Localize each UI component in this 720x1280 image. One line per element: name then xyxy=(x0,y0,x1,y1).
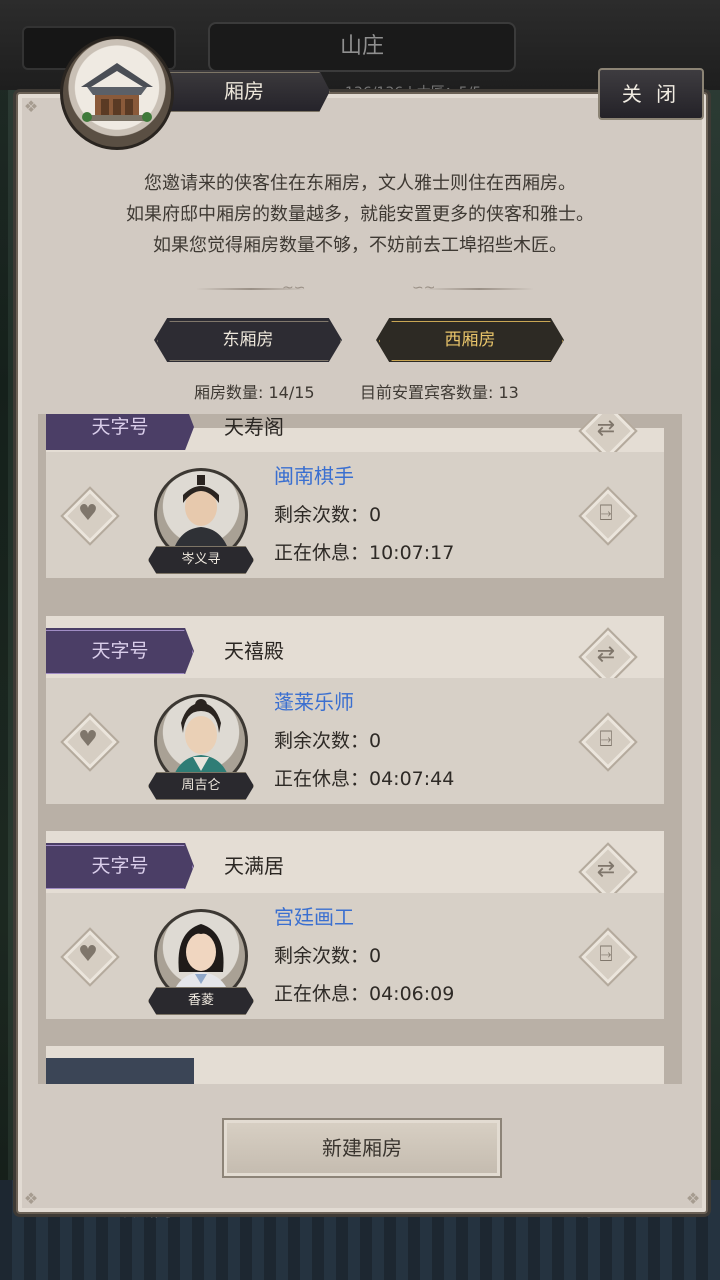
room-card: 天字号 天禧殿 ⇄ ♥ 周吉仑 蓬莱乐师 剩余次数：0 正在休息：04:07:4… xyxy=(46,616,664,818)
swap-arrows-icon: ⇄ xyxy=(596,416,616,441)
room-body: ♥ 香菱 宫廷画工 剩余次数：0 正在休息：04:06:09 ⍈ xyxy=(46,893,664,1019)
swap-arrows-icon: ⇄ xyxy=(596,642,616,667)
guest-title: 闽南棋手 xyxy=(274,464,354,488)
guest-nameplate: 岑义寻 xyxy=(148,546,254,574)
corner-ornament: ❖ xyxy=(23,1189,39,1208)
pavilion-icon xyxy=(81,63,153,122)
guest-title: 宫廷画工 xyxy=(274,905,354,929)
room-card: 天字号 天满居 ⇄ ♥ 香菱 宫廷画工 剩余次数：0 正在休息：04:06:09 xyxy=(46,831,664,1033)
rest-timer: 正在休息：10:07:17 xyxy=(274,542,455,564)
divider-ornament: ~∽ xyxy=(282,280,306,296)
room-grade-tag: 天字号 xyxy=(46,414,194,450)
guest-count: 目前安置宾客数量: 13 xyxy=(360,383,519,402)
room-grade-tag xyxy=(46,1058,194,1084)
room-name: 天寿阁 xyxy=(224,415,284,439)
close-button[interactable]: 关 闭 xyxy=(598,68,704,120)
remaining-uses: 剩余次数：0 xyxy=(274,504,382,526)
heart-icon: ♥ xyxy=(78,501,98,526)
tab-east-wing[interactable]: 东厢房 xyxy=(154,318,342,362)
remaining-uses: 剩余次数：0 xyxy=(274,730,382,752)
description-line: 如果您觉得厢房数量不够，不妨前去工埠招些木匠。 xyxy=(153,235,567,256)
estate-title: 山庄 xyxy=(208,22,516,72)
exit-door-icon: ⍈ xyxy=(599,727,613,752)
exit-door-icon: ⍈ xyxy=(599,942,613,967)
panel-title: 厢房 xyxy=(224,79,264,103)
room-card xyxy=(46,1046,664,1084)
guest-nameplate: 周吉仑 xyxy=(148,772,254,800)
room-body: ♥ 岑义寻 闽南棋手 剩余次数：0 正在休息：10:07:17 ⍈ xyxy=(46,452,664,578)
room-name: 天满居 xyxy=(224,854,284,878)
tab-west-wing[interactable]: 西厢房 xyxy=(376,318,564,362)
rest-timer: 正在休息：04:07:44 xyxy=(274,768,455,790)
swap-arrows-icon: ⇄ xyxy=(596,857,616,882)
guest-nameplate: 香菱 xyxy=(148,987,254,1015)
exit-door-icon: ⍈ xyxy=(599,501,613,526)
room-card: 天字号 天寿阁 ⇄ ♥ 岑义寻 闽南棋手 剩余次数：0 正在休息：10:07:1… xyxy=(46,414,664,592)
heart-icon: ♥ xyxy=(78,727,98,752)
divider-ornament xyxy=(424,288,534,290)
room-body: ♥ 周吉仑 蓬莱乐师 剩余次数：0 正在休息：04:07:44 ⍈ xyxy=(46,678,664,804)
description-line: 您邀请来的侠客住在东厢房，文人雅士则住在西厢房。 xyxy=(144,173,576,194)
guest-title: 蓬莱乐师 xyxy=(274,690,354,714)
room-grade-tag: 天字号 xyxy=(46,628,194,674)
room-list[interactable]: 天字号 天寿阁 ⇄ ♥ 岑义寻 闽南棋手 剩余次数：0 正在休息：10:07:1… xyxy=(38,414,682,1084)
corner-ornament: ❖ xyxy=(685,1189,701,1208)
room-count: 厢房数量: 14/15 xyxy=(194,383,315,402)
heart-icon: ♥ xyxy=(78,942,98,967)
description: 您邀请来的侠客住在东厢房，文人雅士则住在西厢房。 如果府邸中厢房的数量越多，就能… xyxy=(16,168,704,261)
room-name: 天禧殿 xyxy=(224,639,284,663)
room-grade-tag: 天字号 xyxy=(46,843,194,889)
corner-ornament: ❖ xyxy=(23,97,39,116)
remaining-uses: 剩余次数：0 xyxy=(274,945,382,967)
rest-timer: 正在休息：04:06:09 xyxy=(274,983,455,1005)
description-line: 如果府邸中厢房的数量越多，就能安置更多的侠客和雅士。 xyxy=(126,204,594,225)
new-room-button[interactable]: 新建厢房 xyxy=(222,1118,502,1178)
